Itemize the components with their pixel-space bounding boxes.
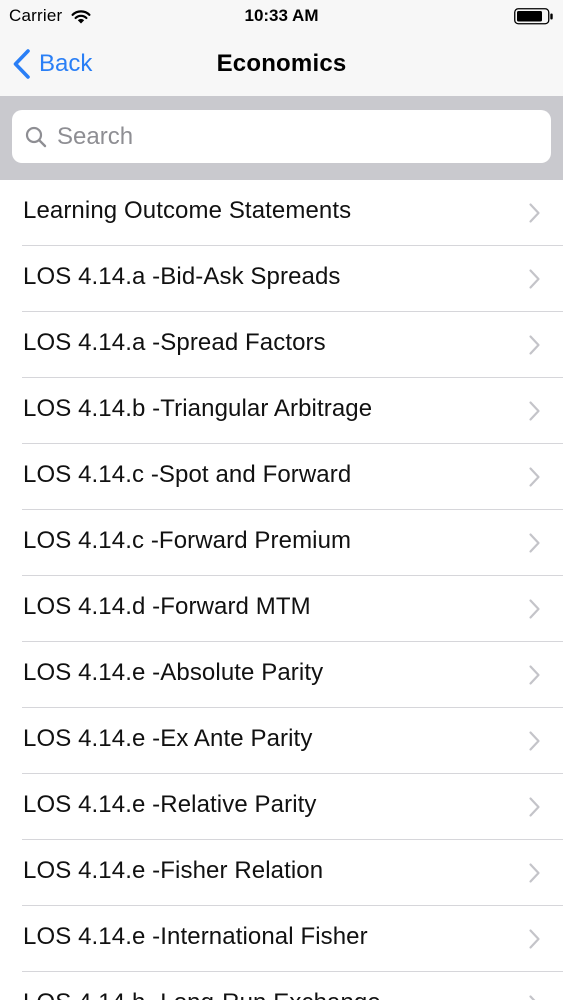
- list-item-label: LOS 4.14.e -Relative Parity: [23, 791, 317, 818]
- list-item-label: LOS 4.14.e -International Fisher: [23, 923, 368, 950]
- chevron-right-icon: [529, 335, 540, 355]
- list-item[interactable]: LOS 4.14.e -Fisher Relation: [0, 840, 563, 906]
- list-item-label: LOS 4.14.e -Ex Ante Parity: [23, 725, 313, 752]
- navigation-bar: Back Economics: [0, 32, 563, 96]
- list-item[interactable]: LOS 4.14.a -Spread Factors: [0, 312, 563, 378]
- search-bar: [0, 96, 563, 180]
- list-item[interactable]: LOS 4.14.e -Relative Parity: [0, 774, 563, 840]
- list-item[interactable]: LOS 4.14.a -Bid-Ask Spreads: [0, 246, 563, 312]
- app-screen: Carrier 10:33 AM Back Economics Search L…: [0, 0, 563, 1000]
- chevron-right-icon: [529, 599, 540, 619]
- list-item[interactable]: Learning Outcome Statements: [0, 180, 563, 246]
- search-field[interactable]: [12, 110, 551, 163]
- search-icon: [25, 126, 47, 147]
- page-title: Economics: [216, 50, 347, 77]
- list-item-label: LOS 4.14.e -Absolute Parity: [23, 659, 324, 686]
- chevron-right-icon: [529, 401, 540, 421]
- list-item[interactable]: LOS 4.14.c -Spot and Forward: [0, 444, 563, 510]
- list-item-label: LOS 4.14.h -Long-Run Exchange: [23, 989, 381, 1000]
- list-item[interactable]: LOS 4.14.e -International Fisher: [0, 906, 563, 972]
- chevron-right-icon: [529, 797, 540, 817]
- list-item-label: Learning Outcome Statements: [23, 197, 352, 224]
- chevron-right-icon: [529, 269, 540, 289]
- list-item-label: LOS 4.14.e -Fisher Relation: [23, 857, 324, 884]
- list-item-label: LOS 4.14.b -Triangular Arbitrage: [23, 395, 373, 422]
- list-item[interactable]: LOS 4.14.b -Triangular Arbitrage: [0, 378, 563, 444]
- chevron-right-icon: [529, 929, 540, 949]
- chevron-right-icon: [529, 863, 540, 883]
- list-item[interactable]: LOS 4.14.d -Forward MTM: [0, 576, 563, 642]
- chevron-right-icon: [529, 665, 540, 685]
- list-item-label: LOS 4.14.a -Bid-Ask Spreads: [23, 263, 341, 290]
- chevron-right-icon: [529, 995, 536, 1000]
- list-item[interactable]: LOS 4.14.e -Ex Ante Parity: [0, 708, 563, 774]
- topic-list: Learning Outcome Statements LOS 4.14.a -…: [0, 180, 563, 1000]
- status-bar: Carrier 10:33 AM: [0, 0, 563, 32]
- list-item-label: LOS 4.14.c -Spot and Forward: [23, 461, 352, 488]
- list-item[interactable]: LOS 4.14.e -Absolute Parity: [0, 642, 563, 708]
- list-item-label: LOS 4.14.d -Forward MTM: [23, 593, 311, 620]
- list-item-label: LOS 4.14.c -Forward Premium: [23, 527, 352, 554]
- list-item-label: LOS 4.14.a -Spread Factors: [23, 329, 326, 356]
- chevron-right-icon: [529, 533, 540, 553]
- status-time: 10:33 AM: [244, 6, 319, 25]
- chevron-right-icon: [529, 731, 540, 751]
- chevron-right-icon: [529, 467, 540, 487]
- battery-icon: [514, 8, 553, 25]
- search-input[interactable]: [57, 122, 517, 151]
- list-item[interactable]: LOS 4.14.c -Forward Premium: [0, 510, 563, 576]
- list-item[interactable]: LOS 4.14.h -Long-Run Exchange: [0, 972, 563, 1000]
- chevron-right-icon: [529, 203, 540, 223]
